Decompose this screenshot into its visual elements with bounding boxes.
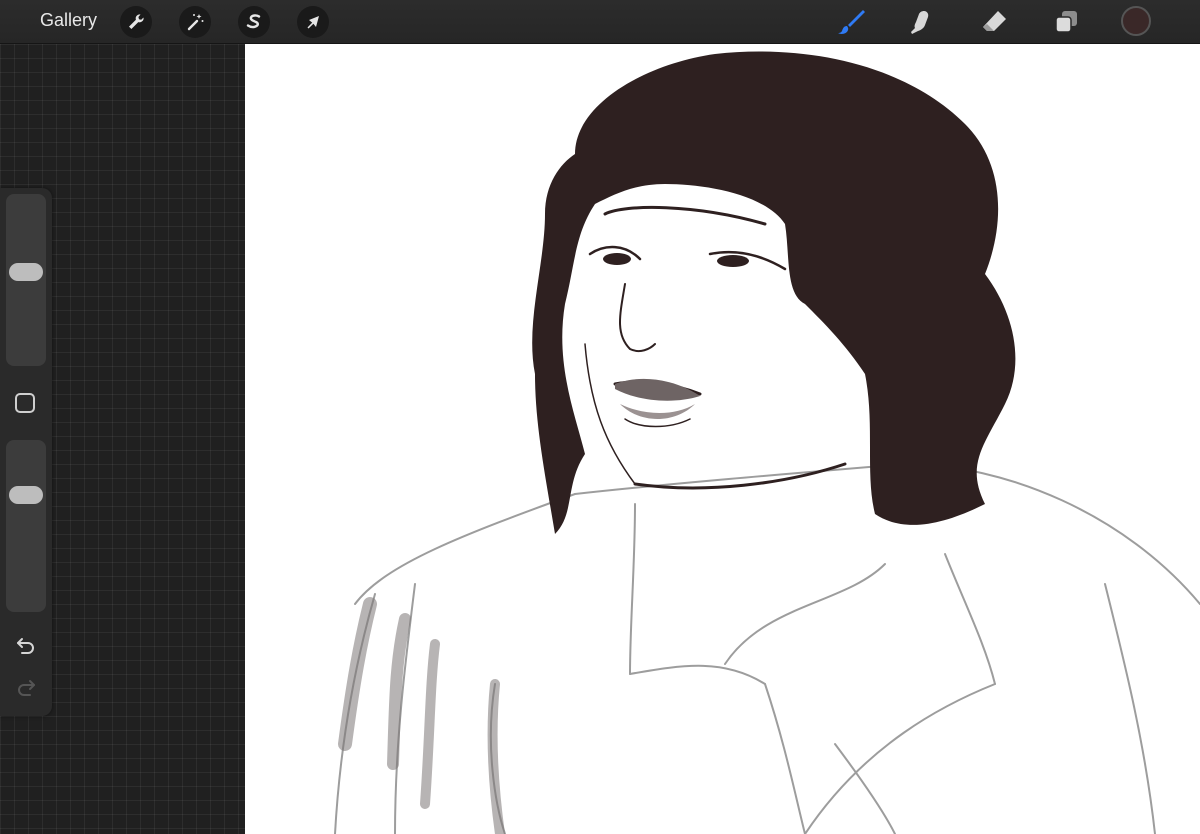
modify-button[interactable]: [15, 393, 35, 413]
magic-wand-icon: [187, 14, 204, 31]
gallery-button[interactable]: Gallery: [40, 10, 97, 31]
brush-tool-button[interactable]: [835, 6, 867, 38]
undo-icon: [17, 638, 34, 654]
brush-icon: [838, 10, 865, 34]
layers-icon: [1055, 11, 1077, 33]
actions-button[interactable]: [120, 6, 152, 38]
color-swatch-button[interactable]: [1121, 6, 1151, 36]
drawing-canvas[interactable]: [245, 44, 1200, 834]
sidebar: [0, 188, 52, 716]
transform-button[interactable]: [297, 6, 329, 38]
selection-s-icon: [246, 14, 261, 29]
layers-button[interactable]: [1050, 6, 1082, 38]
arrow-cursor-icon: [307, 16, 319, 29]
opacity-slider[interactable]: [6, 440, 46, 612]
redo-button[interactable]: [14, 676, 38, 700]
brush-size-thumb[interactable]: [9, 263, 43, 282]
drawing-artwork: [334, 51, 1200, 834]
undo-button[interactable]: [14, 634, 38, 658]
top-toolbar: Gallery: [0, 0, 1200, 44]
wrench-icon: [129, 14, 144, 29]
smudge-finger-icon: [911, 11, 929, 34]
smudge-tool-button[interactable]: [905, 6, 937, 38]
adjustments-button[interactable]: [179, 6, 211, 38]
selection-button[interactable]: [238, 6, 270, 38]
eraser-tool-button[interactable]: [978, 6, 1010, 38]
eraser-icon: [983, 11, 1006, 31]
redo-icon: [18, 680, 35, 696]
opacity-thumb[interactable]: [9, 486, 43, 505]
brush-size-slider[interactable]: [6, 194, 46, 366]
